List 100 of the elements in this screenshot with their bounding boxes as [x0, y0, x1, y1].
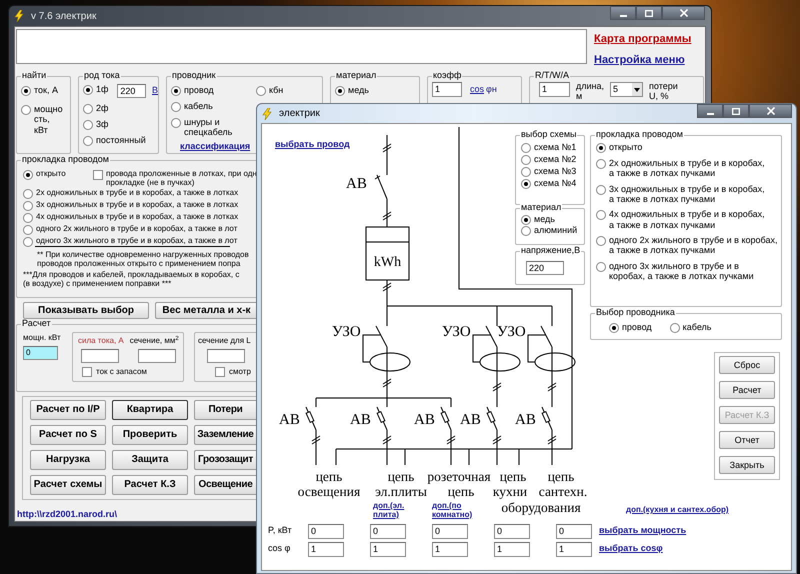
- maximize-button[interactable]: [636, 6, 662, 20]
- radio-button[interactable]: [83, 104, 93, 114]
- radio-button[interactable]: [596, 159, 606, 169]
- radio-button[interactable]: [596, 262, 606, 272]
- button[interactable]: Расчет схемы: [30, 474, 106, 495]
- input-field[interactable]: 0: [432, 524, 468, 538]
- breaker-label: АВ: [460, 412, 481, 428]
- radio-label: 3х одножильных в трубе и в коробах, а также в лотках пучками: [609, 184, 765, 204]
- radio-label: одного 3х жильного в трубе и в коробах, а также в лот: [36, 236, 238, 246]
- radio-button[interactable]: [521, 226, 531, 236]
- dropdown[interactable]: 5: [610, 82, 644, 97]
- text-area[interactable]: [16, 29, 587, 64]
- radio-button[interactable]: [21, 86, 31, 96]
- input-field[interactable]: 1: [556, 542, 592, 556]
- button[interactable]: Заземление: [194, 424, 256, 445]
- button[interactable]: Грозозащит: [194, 450, 256, 470]
- close-button[interactable]: [749, 104, 792, 118]
- link[interactable]: http:\\rzd2001.narod.ru\: [16, 508, 257, 521]
- radio-button[interactable]: [23, 201, 33, 212]
- radio-button[interactable]: [171, 86, 181, 96]
- radio-button[interactable]: [23, 237, 33, 248]
- minimize-button[interactable]: [697, 104, 723, 118]
- checkbox[interactable]: [93, 170, 103, 180]
- radio-button[interactable]: [83, 85, 93, 95]
- button[interactable]: Расчет К.З: [112, 474, 188, 495]
- button[interactable]: Сброс: [719, 356, 775, 374]
- radio-button[interactable]: [521, 215, 531, 225]
- breaker-symbol: [440, 406, 452, 430]
- radio-button[interactable]: [521, 179, 531, 189]
- radio-button[interactable]: [256, 86, 266, 96]
- circuit-label: освещения: [298, 484, 360, 499]
- radio-button[interactable]: [23, 225, 33, 236]
- radio-button[interactable]: [670, 323, 680, 333]
- input-field[interactable]: 1: [494, 542, 530, 556]
- voltage-field[interactable]: 220: [117, 84, 146, 98]
- input-field[interactable]: 220: [526, 261, 564, 275]
- button[interactable]: Отчет: [719, 431, 775, 449]
- radio-button[interactable]: [521, 167, 531, 177]
- button[interactable]: Показывать выбор: [23, 302, 149, 320]
- input-field[interactable]: 1: [539, 82, 570, 97]
- radio-button[interactable]: [83, 120, 93, 130]
- minimize-button[interactable]: [610, 6, 636, 20]
- link[interactable]: В: [152, 84, 158, 98]
- input-field[interactable]: [81, 349, 119, 364]
- radio-button[interactable]: [596, 143, 606, 153]
- radio-button[interactable]: [335, 86, 345, 96]
- close-button[interactable]: [662, 6, 705, 20]
- radio-label: 2ф: [96, 103, 108, 114]
- circuit-label: розеточная: [427, 469, 491, 484]
- radio-button[interactable]: [83, 136, 93, 146]
- button[interactable]: Нагрузка: [30, 450, 106, 470]
- radio-button[interactable]: [23, 189, 33, 200]
- button[interactable]: Расчет по S: [30, 424, 106, 445]
- checkbox[interactable]: [82, 367, 92, 378]
- button[interactable]: Квартира: [112, 400, 188, 420]
- link[interactable]: классификация: [180, 140, 250, 154]
- button[interactable]: Потери: [194, 400, 256, 420]
- radio-button[interactable]: [23, 213, 33, 224]
- input-field[interactable]: 0: [308, 524, 344, 538]
- button[interactable]: Освещение: [194, 474, 256, 495]
- radio-button[interactable]: [596, 236, 606, 246]
- link[interactable]: выбрать мощность: [599, 524, 686, 538]
- link[interactable]: cos: [470, 82, 484, 96]
- link[interactable]: доп.(кухня и сантех.обор): [626, 504, 782, 516]
- link[interactable]: доп.(по комнатно): [432, 502, 472, 520]
- input-field[interactable]: 1: [432, 542, 468, 556]
- radio-button[interactable]: [171, 118, 181, 128]
- input-field[interactable]: [207, 349, 245, 364]
- label: сила тока, А: [78, 335, 124, 348]
- radio-button[interactable]: [596, 184, 606, 195]
- radio-button[interactable]: [596, 210, 606, 220]
- link[interactable]: выбрать провод: [275, 138, 350, 152]
- button[interactable]: Расчет по I/P: [30, 400, 106, 420]
- radio-button[interactable]: [521, 155, 531, 165]
- group-title: прокладка проводом: [21, 155, 110, 164]
- input-field[interactable]: 1: [370, 542, 406, 556]
- checkbox[interactable]: [215, 367, 225, 378]
- radio-button[interactable]: [23, 170, 33, 180]
- button[interactable]: Расчет: [719, 381, 775, 399]
- radio-button[interactable]: [171, 102, 181, 112]
- button[interactable]: Защита: [112, 450, 188, 470]
- button[interactable]: Закрыть: [719, 456, 775, 474]
- input-field[interactable]: 0: [23, 346, 58, 360]
- input-field[interactable]: 1: [308, 542, 344, 556]
- radio-button[interactable]: [521, 143, 531, 153]
- link[interactable]: Карта программы: [594, 31, 692, 48]
- maximize-button[interactable]: [723, 104, 749, 118]
- link[interactable]: выбрать cosφ: [599, 542, 663, 556]
- link[interactable]: доп.(эл. плита): [373, 502, 404, 520]
- radio-button[interactable]: [21, 105, 31, 115]
- button[interactable]: Проверить: [112, 424, 188, 445]
- radio-button[interactable]: [609, 323, 619, 333]
- input-field[interactable]: [138, 349, 176, 364]
- input-field[interactable]: 0: [494, 524, 530, 538]
- radio-label: провод: [184, 85, 214, 96]
- input-field[interactable]: 0: [370, 524, 406, 538]
- link[interactable]: Настройка меню: [594, 52, 692, 68]
- input-field[interactable]: 0: [556, 524, 592, 538]
- button[interactable]: Вес металла и х-к: [155, 302, 257, 320]
- input-field[interactable]: 1: [432, 82, 462, 97]
